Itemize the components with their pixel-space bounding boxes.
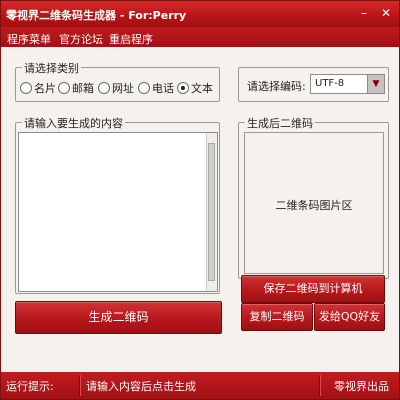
status-message: 请输入内容后点击生成 bbox=[86, 380, 196, 393]
save-qr-button[interactable]: 保存二维码到计算机 bbox=[241, 275, 385, 303]
radio-url[interactable]: 网址 bbox=[98, 80, 134, 96]
menu-bar: 程序菜单 官方论坛 重启程序 bbox=[1, 27, 399, 47]
radio-email[interactable]: 邮箱 bbox=[58, 80, 94, 96]
radio-dot bbox=[20, 82, 32, 94]
radio-dot bbox=[138, 82, 150, 94]
send-qq-button[interactable]: 发给QQ好友 bbox=[314, 303, 385, 331]
qr-placeholder: 二维条码图片区 bbox=[275, 199, 353, 212]
status-divider bbox=[79, 375, 81, 396]
menu-forum[interactable]: 官方论坛 bbox=[59, 31, 103, 47]
radio-dot bbox=[98, 82, 110, 94]
status-divider bbox=[319, 375, 321, 396]
scrollbar-thumb[interactable] bbox=[208, 143, 215, 281]
radio-dot bbox=[58, 82, 70, 94]
input-group-legend: 请输入要生成的内容 bbox=[22, 115, 125, 131]
radio-dot-selected bbox=[177, 82, 189, 94]
close-button[interactable]: ✕ bbox=[378, 5, 394, 21]
qr-image-area: 二维条码图片区 bbox=[244, 132, 384, 274]
radio-phone[interactable]: 电话 bbox=[138, 80, 174, 96]
type-group-legend: 请选择类别 bbox=[22, 60, 81, 76]
encoding-label: 请选择编码: bbox=[247, 80, 306, 93]
window-title: 零视界二维条码生成器 - For:Perry bbox=[6, 9, 187, 22]
scrollbar[interactable] bbox=[206, 133, 217, 291]
status-label: 运行提示: bbox=[6, 380, 54, 393]
menu-program[interactable]: 程序菜单 bbox=[7, 31, 51, 47]
content-input[interactable] bbox=[18, 132, 218, 292]
minimize-button[interactable]: – bbox=[356, 5, 372, 21]
chevron-down-icon[interactable]: ▼ bbox=[367, 75, 384, 93]
encoding-value: UTF-8 bbox=[315, 78, 345, 89]
status-brand: 零视界出品 bbox=[334, 380, 389, 393]
title-bar[interactable]: 零视界二维条码生成器 - For:Perry – ✕ bbox=[1, 1, 399, 27]
radio-text[interactable]: 文本 bbox=[177, 80, 213, 96]
menu-restart[interactable]: 重启程序 bbox=[109, 31, 153, 47]
app-window: 零视界二维条码生成器 - For:Perry – ✕ 程序菜单 官方论坛 重启程… bbox=[0, 0, 400, 400]
qr-group-legend: 生成后二维码 bbox=[245, 115, 315, 131]
copy-qr-button[interactable]: 复制二维码 bbox=[241, 303, 313, 331]
status-bar: 运行提示: 请输入内容后点击生成 零视界出品 bbox=[1, 372, 399, 399]
radio-card[interactable]: 名片 bbox=[20, 80, 56, 96]
generate-button[interactable]: 生成二维码 bbox=[15, 301, 222, 334]
encoding-select[interactable]: UTF-8 ▼ bbox=[310, 74, 385, 94]
